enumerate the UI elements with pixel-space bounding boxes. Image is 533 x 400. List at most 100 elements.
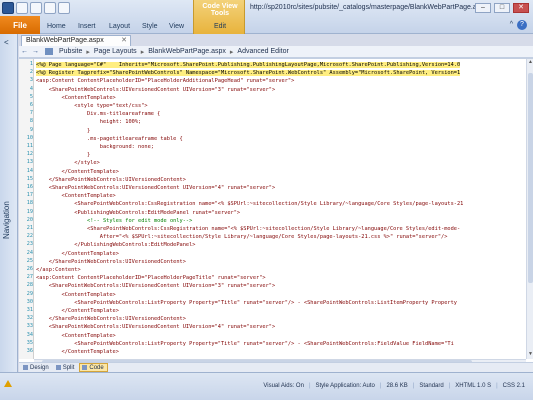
code-line[interactable]: </SharePointWebControls:UIVersionedConte… xyxy=(36,315,186,323)
code-line[interactable]: <SharePointWebControls:UIVersionedConten… xyxy=(36,323,275,331)
code-view-icon xyxy=(82,365,88,370)
code-text: <asp:Content ContentPlaceholderID="Place… xyxy=(36,275,266,282)
code-text: } xyxy=(36,152,91,159)
code-line[interactable]: <%@ Register Tagprefix="SharePointWebCon… xyxy=(36,69,461,77)
code-text: height: 100%; xyxy=(36,119,142,126)
minimize-button[interactable]: – xyxy=(475,3,491,13)
code-line[interactable]: </asp:Content> xyxy=(36,266,81,274)
code-editor[interactable]: 1 2 3 4 5 6 7 8 9 10 11 12 13 14 15 16 17 18 19 20 21 22 23 24 2… xyxy=(19,58,533,364)
breadcrumb-item-file[interactable]: BlankWebPartPage.aspx xyxy=(145,48,229,55)
view-tab-split[interactable]: Split xyxy=(54,363,78,372)
forward-arrow-icon[interactable]: → xyxy=(30,48,41,55)
code-line[interactable]: } xyxy=(36,151,90,159)
code-line[interactable]: <!-- Styles for edit mode only--> xyxy=(36,217,192,225)
code-line[interactable]: } xyxy=(36,127,90,135)
close-button[interactable]: ✕ xyxy=(513,3,529,13)
code-line[interactable]: <ContentTemplate> xyxy=(36,192,116,200)
code-line[interactable]: <SharePointWebControls:CssRegistration n… xyxy=(36,225,460,233)
code-area[interactable]: <%@ Page language="C#" Inherits="Microso… xyxy=(36,59,526,359)
app-logo-icon[interactable] xyxy=(2,2,14,14)
maximize-button[interactable]: □ xyxy=(494,3,510,13)
customize-qat-icon[interactable] xyxy=(58,2,70,14)
code-line[interactable]: <asp:Content ContentPlaceholderID="Place… xyxy=(36,77,294,85)
save-icon[interactable] xyxy=(16,2,28,14)
tab-view[interactable]: View xyxy=(169,18,184,34)
tab-edit[interactable]: Edit xyxy=(214,18,226,34)
line-number: 1 xyxy=(29,61,33,67)
view-tab-label: Split xyxy=(62,364,75,371)
code-line[interactable]: </PublishingWebControls:EditModePanel> xyxy=(36,241,195,249)
code-line[interactable]: </SharePointWebControls:UIVersionedConte… xyxy=(36,176,186,184)
code-line[interactable]: </ContentTemplate> xyxy=(36,168,119,176)
undo-icon[interactable] xyxy=(30,2,42,14)
mode-status[interactable]: Standard xyxy=(419,383,443,389)
view-tab-design[interactable]: Design xyxy=(21,363,52,372)
vertical-scroll-thumb[interactable] xyxy=(528,73,533,283)
code-line[interactable]: </style> xyxy=(36,159,100,167)
line-number: 13 xyxy=(26,159,33,166)
code-line[interactable]: <ContentTemplate> xyxy=(36,332,116,340)
code-line[interactable]: <SharePointWebControls:ListProperty Prop… xyxy=(36,299,457,307)
back-arrow-icon[interactable]: ← xyxy=(19,48,30,55)
scroll-up-icon[interactable]: ▲ xyxy=(527,59,533,67)
breadcrumb-item-pubsite[interactable]: Pubsite xyxy=(56,48,85,55)
code-line[interactable]: <SharePointWebControls:UIVersionedConten… xyxy=(36,86,275,94)
css-status[interactable]: CSS 2.1 xyxy=(503,383,525,389)
ribbon-toggle-icon[interactable]: ^ xyxy=(510,21,513,28)
document-tab-label: BlankWebPartPage.aspx xyxy=(26,37,104,44)
code-line[interactable]: .ms-pagetitleareaframe table { xyxy=(36,135,183,143)
code-line[interactable]: <SharePointWebControls:CssRegistration n… xyxy=(36,200,463,208)
tab-file[interactable]: File xyxy=(0,16,40,34)
vertical-scrollbar[interactable]: ▲ ▼ xyxy=(526,59,533,359)
code-line[interactable]: background: none; xyxy=(36,143,154,151)
code-line[interactable]: <SharePointWebControls:UIVersionedConten… xyxy=(36,184,275,192)
code-text: <SharePointWebControls:ListProperty Prop… xyxy=(36,340,454,347)
style-application-status[interactable]: Style Application: Auto xyxy=(316,383,375,389)
document-tab[interactable]: BlankWebPartPage.aspx ✕ xyxy=(21,35,131,46)
code-line[interactable]: <ContentTemplate> xyxy=(36,291,116,299)
tab-insert[interactable]: Insert xyxy=(78,18,96,34)
line-number: 27 xyxy=(26,274,33,281)
code-line[interactable]: </ContentTemplate> xyxy=(36,348,119,356)
code-line[interactable]: height: 100%; xyxy=(36,118,141,126)
doctype-status[interactable]: XHTML 1.0 S xyxy=(455,383,491,389)
code-text: </ContentTemplate> xyxy=(36,168,119,175)
breadcrumb-item-page-layouts[interactable]: Page Layouts xyxy=(91,48,140,55)
window-title-url: http://sp2010rc/sites/pubsite/_catalogs/… xyxy=(250,4,488,11)
redo-icon[interactable] xyxy=(44,2,56,14)
code-line[interactable]: After="<% $SPUrl:~sitecollection/Style L… xyxy=(36,233,448,241)
line-number-gutter: 1 2 3 4 5 6 7 8 9 10 11 12 13 14 15 16 17 18 19 20 21 22 23 24 2… xyxy=(19,59,34,359)
code-line[interactable]: Div.ms-titleareaframe { xyxy=(36,110,160,118)
code-line[interactable]: <style type="text/css"> xyxy=(36,102,147,110)
breadcrumb-item-advanced-editor[interactable]: Advanced Editor xyxy=(234,48,291,55)
tab-home[interactable]: Home xyxy=(47,18,66,34)
tab-layout[interactable]: Layout xyxy=(109,18,130,34)
line-number: 8 xyxy=(29,118,33,125)
scroll-down-icon[interactable]: ▼ xyxy=(527,351,533,359)
code-line[interactable]: </ContentTemplate> xyxy=(36,307,119,315)
code-line[interactable]: <SharePointWebControls:UIVersionedConten… xyxy=(36,282,275,290)
visual-aids-status[interactable]: Visual Aids: On xyxy=(263,383,304,389)
line-number: 6 xyxy=(29,102,33,108)
warning-icon[interactable] xyxy=(4,380,12,387)
code-line[interactable]: <SharePointWebControls:ListProperty Prop… xyxy=(36,340,454,348)
code-text: .ms-pagetitleareaframe table { xyxy=(36,135,183,142)
tab-style[interactable]: Style xyxy=(142,18,158,34)
expand-navigation-icon[interactable]: < xyxy=(4,38,9,47)
line-number: 28 xyxy=(26,282,33,289)
navigation-pane[interactable]: < Navigation xyxy=(0,34,18,372)
help-icon[interactable]: ? xyxy=(517,20,527,30)
code-text: </asp:Content> xyxy=(36,267,81,273)
view-tab-code[interactable]: Code xyxy=(79,363,108,372)
status-separator: | xyxy=(448,383,451,389)
code-line[interactable]: <PublishingWebControls:EditModePanel run… xyxy=(36,209,240,217)
code-line[interactable]: <asp:Content ContentPlaceholderID="Place… xyxy=(36,274,266,282)
code-line[interactable]: <%@ Page language="C#" Inherits="Microso… xyxy=(36,61,461,69)
code-text: background: none; xyxy=(36,144,154,150)
code-line[interactable]: </SharePointWebControls:UIVersionedConte… xyxy=(36,258,186,266)
line-number: 25 xyxy=(26,257,33,264)
close-tab-icon[interactable]: ✕ xyxy=(121,36,127,46)
code-line[interactable]: <ContentTemplate> xyxy=(36,94,116,102)
line-number: 18 xyxy=(26,200,33,207)
code-line[interactable]: </ContentTemplate> xyxy=(36,250,119,258)
